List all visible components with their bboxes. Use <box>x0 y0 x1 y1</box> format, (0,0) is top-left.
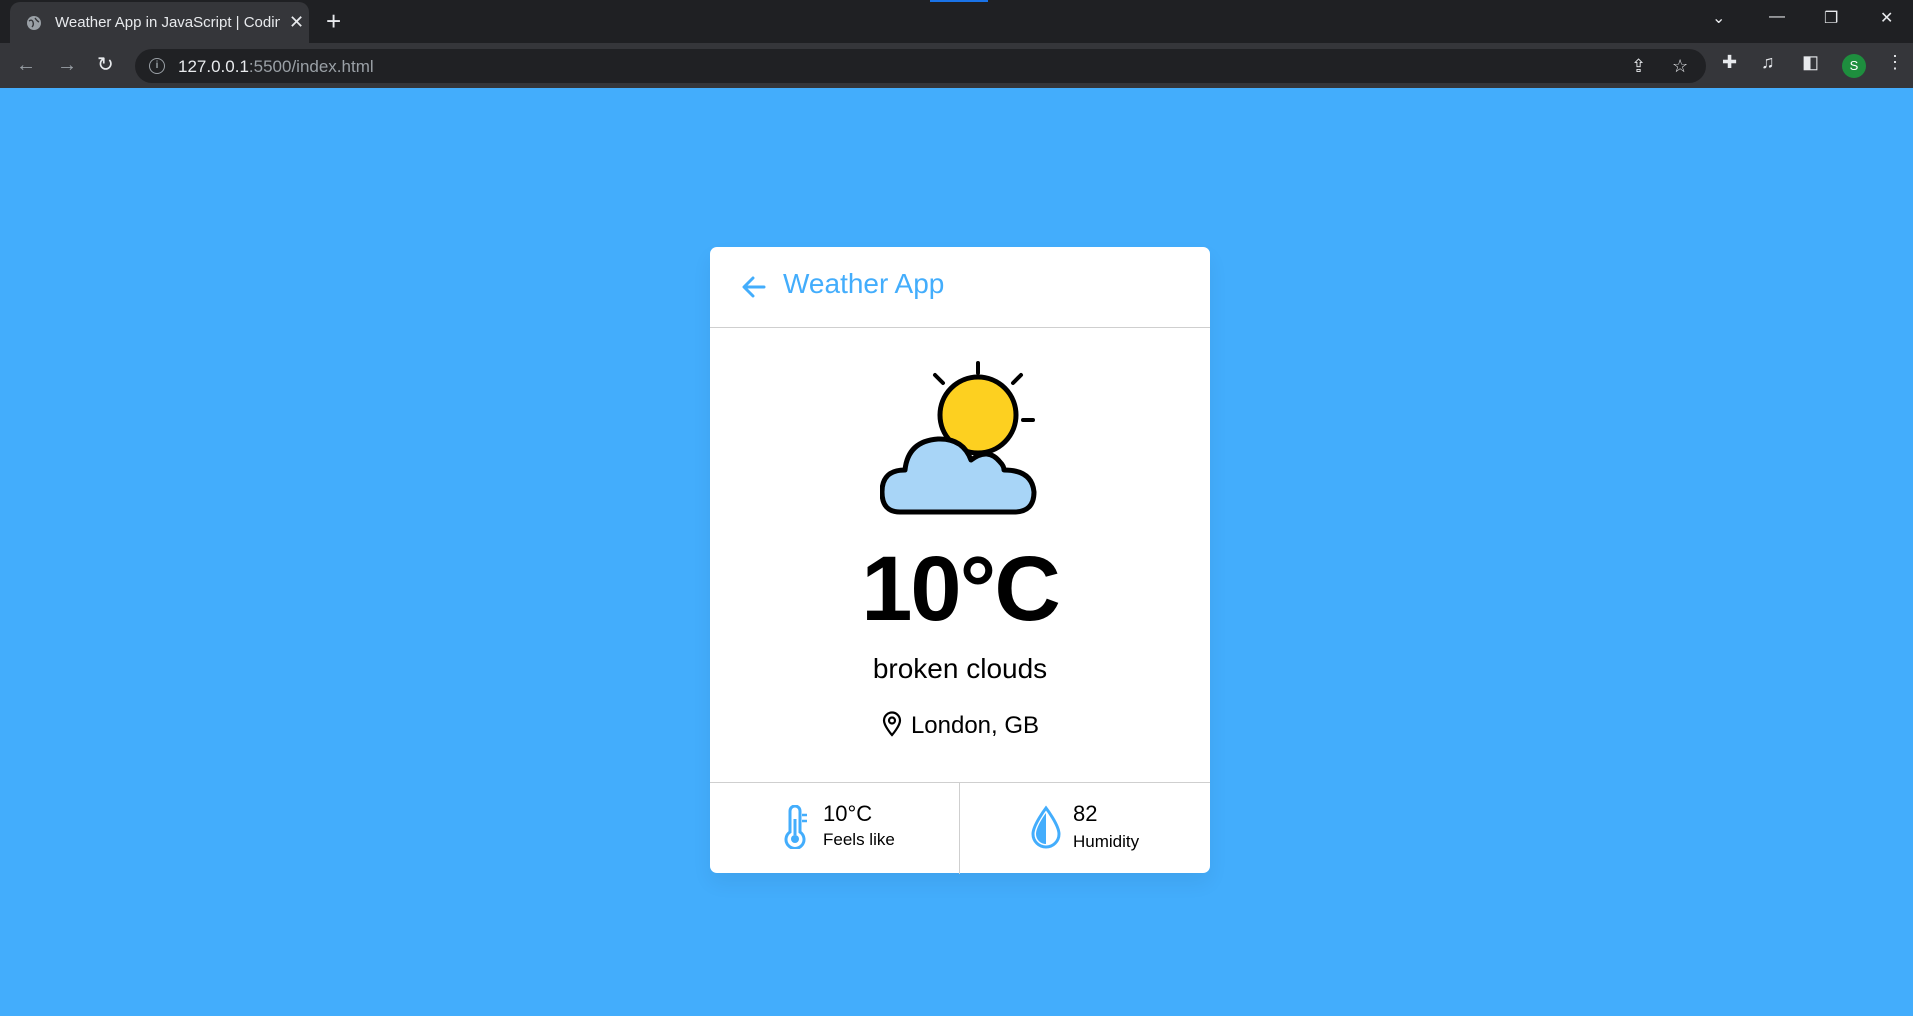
partly-cloudy-icon <box>880 361 1037 515</box>
globe-icon <box>27 16 41 30</box>
feels-like-panel: 10°C Feels like <box>710 783 960 874</box>
share-icon[interactable]: ⇪ <box>1631 56 1646 77</box>
temperature-unit: °C <box>959 538 1061 640</box>
browser-toolbar: ← → ↻ i 127.0.0.1:5500/index.html ⇪ ☆ ✚ … <box>0 43 1913 88</box>
minimize-icon[interactable]: — <box>1769 8 1785 26</box>
feels-like-value: 10°C <box>823 801 873 826</box>
app-title: Weather App <box>783 268 945 299</box>
browser-tab[interactable]: Weather App in JavaScript | Coding ✕ <box>10 2 309 43</box>
profile-avatar[interactable]: S <box>1842 54 1866 78</box>
tab-close-icon[interactable]: ✕ <box>289 12 304 32</box>
url-path: :5500/index.html <box>248 57 374 76</box>
site-info-icon[interactable]: i <box>149 58 165 74</box>
location-pin-icon <box>882 711 902 737</box>
url-host: 127.0.0.1 <box>178 57 249 76</box>
feels-like-label: Feels like <box>823 830 895 849</box>
weather-card: Weather App 10°C broken clouds London, G… <box>710 247 1210 874</box>
weather-description: broken clouds <box>872 653 1048 684</box>
water-drop-icon <box>1031 805 1061 849</box>
tab-search-icon[interactable]: ⌄ <box>1712 8 1725 28</box>
side-panel-icon[interactable]: ◧ <box>1802 52 1819 73</box>
restore-icon[interactable]: ❐ <box>1824 8 1838 28</box>
url-text: 127.0.0.1:5500/index.html <box>178 57 374 77</box>
location-row: London, GB <box>710 711 1210 740</box>
browser-tab-bar: Weather App in JavaScript | Coding ✕ + ⌄… <box>0 0 1913 43</box>
details-row: 10°C Feels like 82 Humidity <box>710 782 1210 874</box>
extensions-icon[interactable]: ✚ <box>1722 52 1737 73</box>
media-control-icon[interactable]: ♫ <box>1761 52 1775 73</box>
forward-nav-icon[interactable]: → <box>57 53 77 77</box>
bookmark-star-icon[interactable]: ☆ <box>1672 56 1688 77</box>
location-text: London, GB <box>910 712 1040 739</box>
humidity-panel: 82 Humidity <box>960 783 1210 874</box>
thermometer-icon <box>784 805 807 849</box>
address-bar[interactable]: i 127.0.0.1:5500/index.html ⇪ ☆ <box>135 49 1706 83</box>
reload-icon[interactable]: ↻ <box>97 53 114 77</box>
window-close-icon[interactable]: ✕ <box>1880 8 1893 28</box>
menu-icon[interactable]: ⋮ <box>1886 52 1904 73</box>
humidity-value: 82 <box>1073 801 1098 826</box>
humidity-label: Humidity <box>1073 832 1140 851</box>
tab-title: Weather App in JavaScript | Coding <box>55 14 280 31</box>
temperature-value: 10 <box>861 538 961 640</box>
tab-strip-indicator <box>930 0 988 2</box>
card-header: Weather App <box>710 247 1210 328</box>
back-arrow-icon[interactable] <box>740 273 768 301</box>
back-nav-icon[interactable]: ← <box>16 53 36 77</box>
new-tab-icon[interactable]: + <box>326 6 341 36</box>
temperature-display: 10°C <box>710 539 1210 639</box>
